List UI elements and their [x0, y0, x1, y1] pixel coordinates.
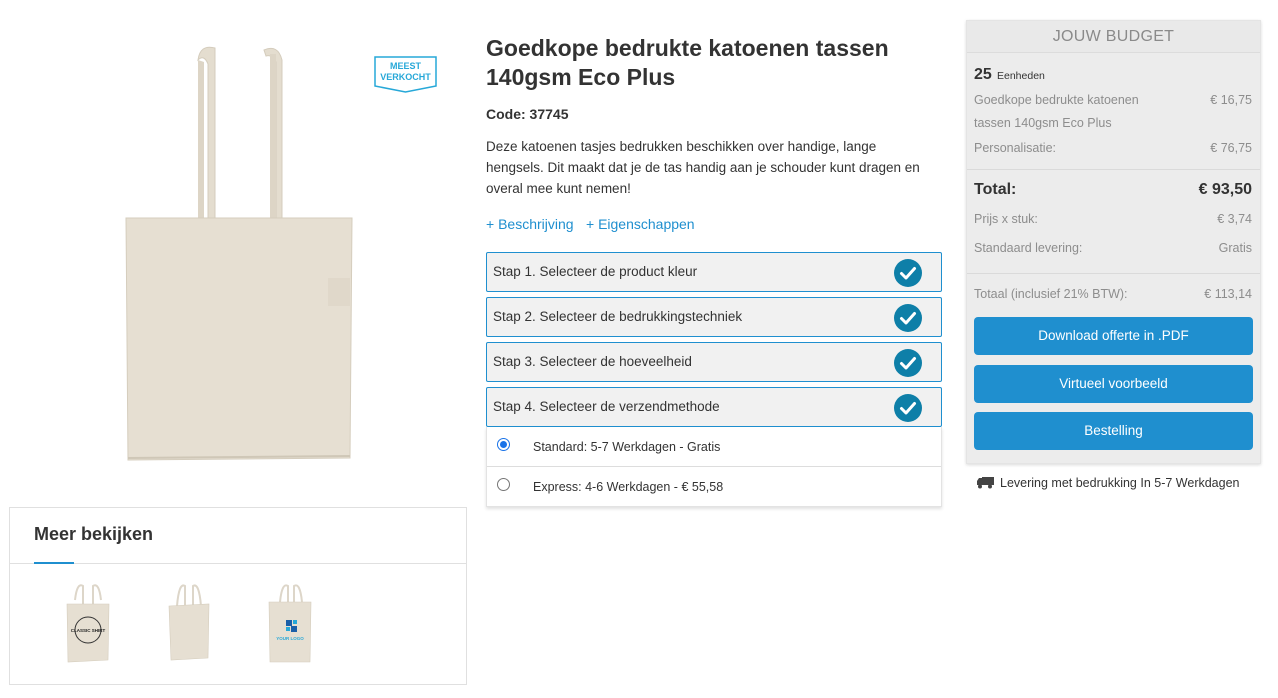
thumb-bag-classic-shirt[interactable]: CLASSIC SHIRT — [63, 580, 113, 664]
budget-quantity: 25 — [974, 66, 992, 83]
delivery-note: Levering met bedrukking In 5-7 Werkdagen — [976, 476, 1240, 490]
order-button[interactable]: Bestelling — [974, 412, 1253, 450]
virtual-preview-button[interactable]: Virtueel voorbeeld — [974, 365, 1253, 403]
budget-total-value: € 93,50 — [1198, 181, 1252, 198]
product-description: Deze katoenen tasjes bedrukken beschikke… — [486, 139, 920, 196]
budget-product-name: Goedkope bedrukte katoenen — [974, 93, 1139, 107]
divider — [967, 273, 1260, 274]
badge-line2: VERKOCHT — [380, 72, 431, 82]
best-seller-badge: MEEST VERKOCHT — [374, 56, 437, 93]
divider — [10, 563, 466, 564]
delivery-note-text: Levering met bedrukking In 5-7 Werkdagen — [1000, 476, 1240, 490]
radio-standard[interactable] — [497, 438, 510, 451]
product-image — [125, 46, 353, 461]
description-link[interactable]: + Beschrijving — [486, 216, 574, 232]
badge-line1: MEEST — [390, 61, 422, 71]
budget-personalisation-price: € 76,75 — [1210, 141, 1252, 155]
budget-delivery-label: Standaard levering: — [974, 241, 1083, 255]
thumb-bag-plain[interactable] — [163, 580, 213, 664]
budget-header: JOUW BUDGET — [967, 21, 1260, 53]
title-underline — [34, 562, 74, 564]
step-label: Stap 3. Selecteer de hoeveelheid — [493, 354, 692, 369]
step-2-print-technique[interactable]: Stap 2. Selecteer de bedrukkingstechniek — [486, 297, 942, 337]
budget-unit-price-label: Prijs x stuk: — [974, 212, 1038, 226]
divider — [967, 169, 1260, 170]
thumb-bag-your-logo[interactable]: YOUR LOGO — [265, 580, 315, 664]
shipping-options: Standard: 5-7 Werkdagen - Gratis Express… — [486, 427, 942, 507]
step-label: Stap 4. Selecteer de verzendmethode — [493, 399, 720, 414]
thumb-logo-text: YOUR LOGO — [276, 636, 304, 641]
check-circle-icon — [894, 349, 922, 377]
budget-personalisation-label: Personalisatie: — [974, 141, 1056, 155]
shipping-option-standard[interactable]: Standard: 5-7 Werkdagen - Gratis — [487, 427, 941, 467]
download-quote-button[interactable]: Download offerte in .PDF — [974, 317, 1253, 355]
shipping-option-label: Express: 4-6 Werkdagen - € 55,58 — [533, 480, 724, 494]
shipping-option-express[interactable]: Express: 4-6 Werkdagen - € 55,58 — [487, 467, 941, 507]
more-products-panel: Meer bekijken CLASSIC SHIRT YOUR LOGO — [9, 507, 467, 685]
shipping-option-label: Standard: 5-7 Werkdagen - Gratis — [533, 440, 721, 454]
check-circle-icon — [894, 394, 922, 422]
truck-icon — [977, 477, 994, 489]
step-label: Stap 1. Selecteer de product kleur — [493, 264, 698, 279]
budget-total-label: Total: — [974, 181, 1017, 198]
more-products-title: Meer bekijken — [34, 524, 154, 544]
budget-product-name-2: tassen 140gsm Eco Plus — [974, 116, 1112, 130]
step-3-quantity[interactable]: Stap 3. Selecteer de hoeveelheid — [486, 342, 942, 382]
product-title: Goedkope bedrukte katoenen tassen 140gsm… — [486, 35, 889, 90]
budget-delivery-value: Gratis — [1218, 241, 1252, 255]
radio-express[interactable] — [497, 478, 510, 491]
thumb-print-text: CLASSIC SHIRT — [71, 628, 106, 633]
step-label: Stap 2. Selecteer de bedrukkingstechniek — [493, 309, 743, 324]
budget-quantity-unit: Eenheden — [997, 70, 1045, 82]
step-1-product-color[interactable]: Stap 1. Selecteer de product kleur — [486, 252, 942, 292]
budget-unit-price-value: € 3,74 — [1217, 212, 1252, 226]
step-4-shipping-method[interactable]: Stap 4. Selecteer de verzendmethode — [486, 387, 942, 427]
properties-link[interactable]: + Eigenschappen — [586, 216, 695, 232]
product-code: Code: 37745 — [486, 106, 569, 122]
budget-vat-total-label: Totaal (inclusief 21% BTW): — [974, 287, 1128, 301]
budget-panel: JOUW BUDGET 25 Eenheden Goedkope bedrukt… — [966, 20, 1261, 464]
budget-vat-total-value: € 113,14 — [1204, 287, 1252, 301]
budget-product-price: € 16,75 — [1210, 93, 1252, 107]
check-circle-icon — [894, 259, 922, 287]
check-circle-icon — [894, 304, 922, 332]
